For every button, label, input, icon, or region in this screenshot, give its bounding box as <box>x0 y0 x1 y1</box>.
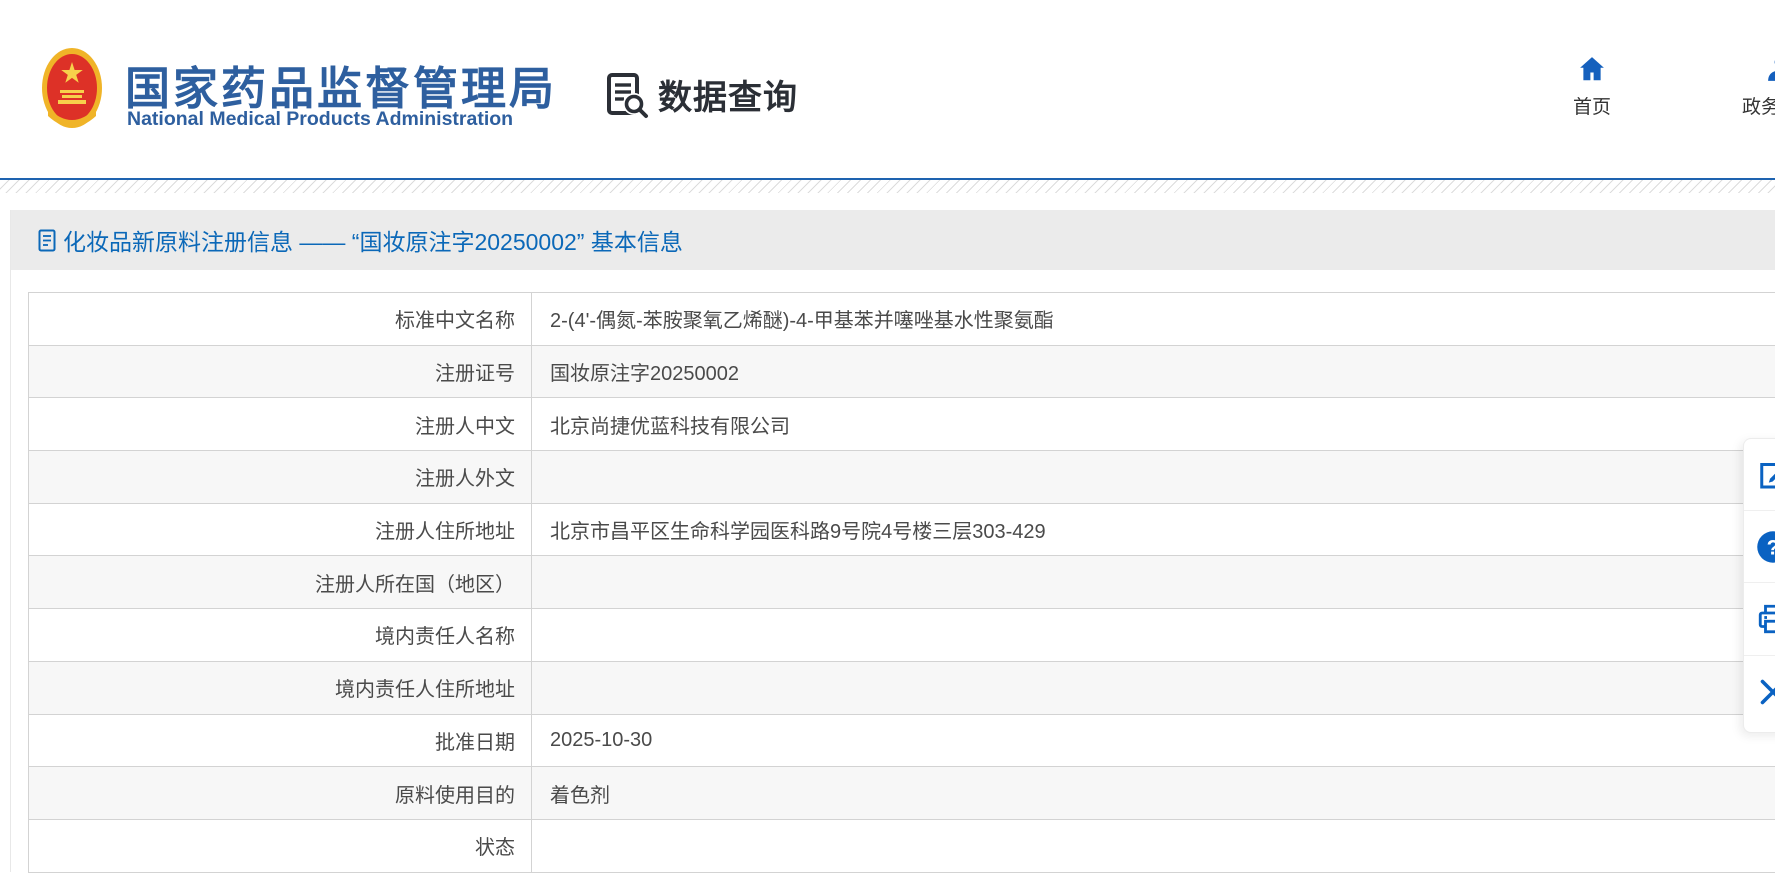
row-label: 状态 <box>29 820 532 872</box>
row-value: 北京尚捷优蓝科技有限公司 <box>532 398 1775 450</box>
row-label: 境内责任人住所地址 <box>29 662 532 714</box>
table-row: 标准中文名称2-(4'-偶氮-苯胺聚氧乙烯醚)-4-甲基苯并噻唑基水性聚氨酯 <box>29 293 1775 346</box>
row-value <box>532 556 1775 608</box>
row-label: 境内责任人名称 <box>29 609 532 661</box>
row-value: 着色剂 <box>532 767 1775 819</box>
registration-info-table: 标准中文名称2-(4'-偶氮-苯胺聚氧乙烯醚)-4-甲基苯并噻唑基水性聚氨酯注册… <box>28 292 1775 873</box>
table-row: 注册人所在国（地区） <box>29 556 1775 609</box>
home-icon <box>1577 54 1607 84</box>
table-row: 原料使用目的着色剂 <box>29 767 1775 820</box>
close-icon <box>1755 674 1775 710</box>
row-label: 注册人所在国（地区） <box>29 556 532 608</box>
person-icon <box>1765 54 1775 84</box>
table-row: 境内责任人住所地址 <box>29 662 1775 715</box>
row-value <box>532 451 1775 503</box>
row-label: 注册人外文 <box>29 451 532 503</box>
row-value: 国妆原注字20250002 <box>532 346 1775 398</box>
row-value <box>532 820 1775 872</box>
edit-icon <box>1755 457 1775 493</box>
nav-label: 政务服务 <box>1742 92 1775 119</box>
top-nav: 首页 政务服务 <box>1537 54 1775 119</box>
toolbar-button-close[interactable] <box>1744 656 1775 728</box>
toolbar-button-edit[interactable] <box>1744 439 1775 511</box>
row-value <box>532 662 1775 714</box>
document-search-icon <box>604 71 650 119</box>
row-label: 标准中文名称 <box>29 293 532 345</box>
table-row: 注册人外文 <box>29 451 1775 504</box>
side-toolbar: ? <box>1743 438 1775 733</box>
help-icon: ? <box>1755 529 1775 565</box>
nav-label: 首页 <box>1573 92 1611 119</box>
page-title: 化妆品新原料注册信息 —— “国妆原注字20250002” 基本信息 <box>63 223 683 257</box>
hatch-stripe-band <box>0 180 1775 193</box>
page-title-bar: 化妆品新原料注册信息 —— “国妆原注字20250002” 基本信息 <box>11 210 1775 270</box>
site-header: 国家药品监督管理局 National Medical Products Admi… <box>0 0 1775 178</box>
nav-item-services[interactable]: 政务服务 <box>1725 54 1775 119</box>
toolbar-button-print[interactable] <box>1744 583 1775 655</box>
table-row: 注册人住所地址北京市昌平区生命科学园医科路9号院4号楼三层303-429 <box>29 504 1775 557</box>
row-value: 2-(4'-偶氮-苯胺聚氧乙烯醚)-4-甲基苯并噻唑基水性聚氨酯 <box>532 293 1775 345</box>
table-row: 境内责任人名称 <box>29 609 1775 662</box>
row-label: 注册人中文 <box>29 398 532 450</box>
national-emblem-icon <box>40 46 104 134</box>
svg-text:?: ? <box>1767 536 1775 559</box>
row-value: 北京市昌平区生命科学园医科路9号院4号楼三层303-429 <box>532 504 1775 556</box>
print-icon <box>1755 601 1775 637</box>
data-query-label: 数据查询 <box>658 70 798 119</box>
table-row: 注册人中文北京尚捷优蓝科技有限公司 <box>29 398 1775 451</box>
toolbar-button-help[interactable]: ? <box>1744 511 1775 583</box>
row-label: 注册人住所地址 <box>29 504 532 556</box>
document-icon <box>37 229 57 252</box>
table-row: 批准日期2025-10-30 <box>29 715 1775 768</box>
content-container: 化妆品新原料注册信息 —— “国妆原注字20250002” 基本信息 标准中文名… <box>10 210 1775 872</box>
row-label: 原料使用目的 <box>29 767 532 819</box>
table-row: 状态 <box>29 820 1775 873</box>
row-label: 注册证号 <box>29 346 532 398</box>
nav-item-home[interactable]: 首页 <box>1537 54 1647 119</box>
row-value <box>532 609 1775 661</box>
row-label: 批准日期 <box>29 715 532 767</box>
data-query-section[interactable]: 数据查询 <box>604 70 798 119</box>
brand-title-en: National Medical Products Administration <box>127 108 513 131</box>
row-value: 2025-10-30 <box>532 715 1775 767</box>
table-row: 注册证号国妆原注字20250002 <box>29 346 1775 399</box>
